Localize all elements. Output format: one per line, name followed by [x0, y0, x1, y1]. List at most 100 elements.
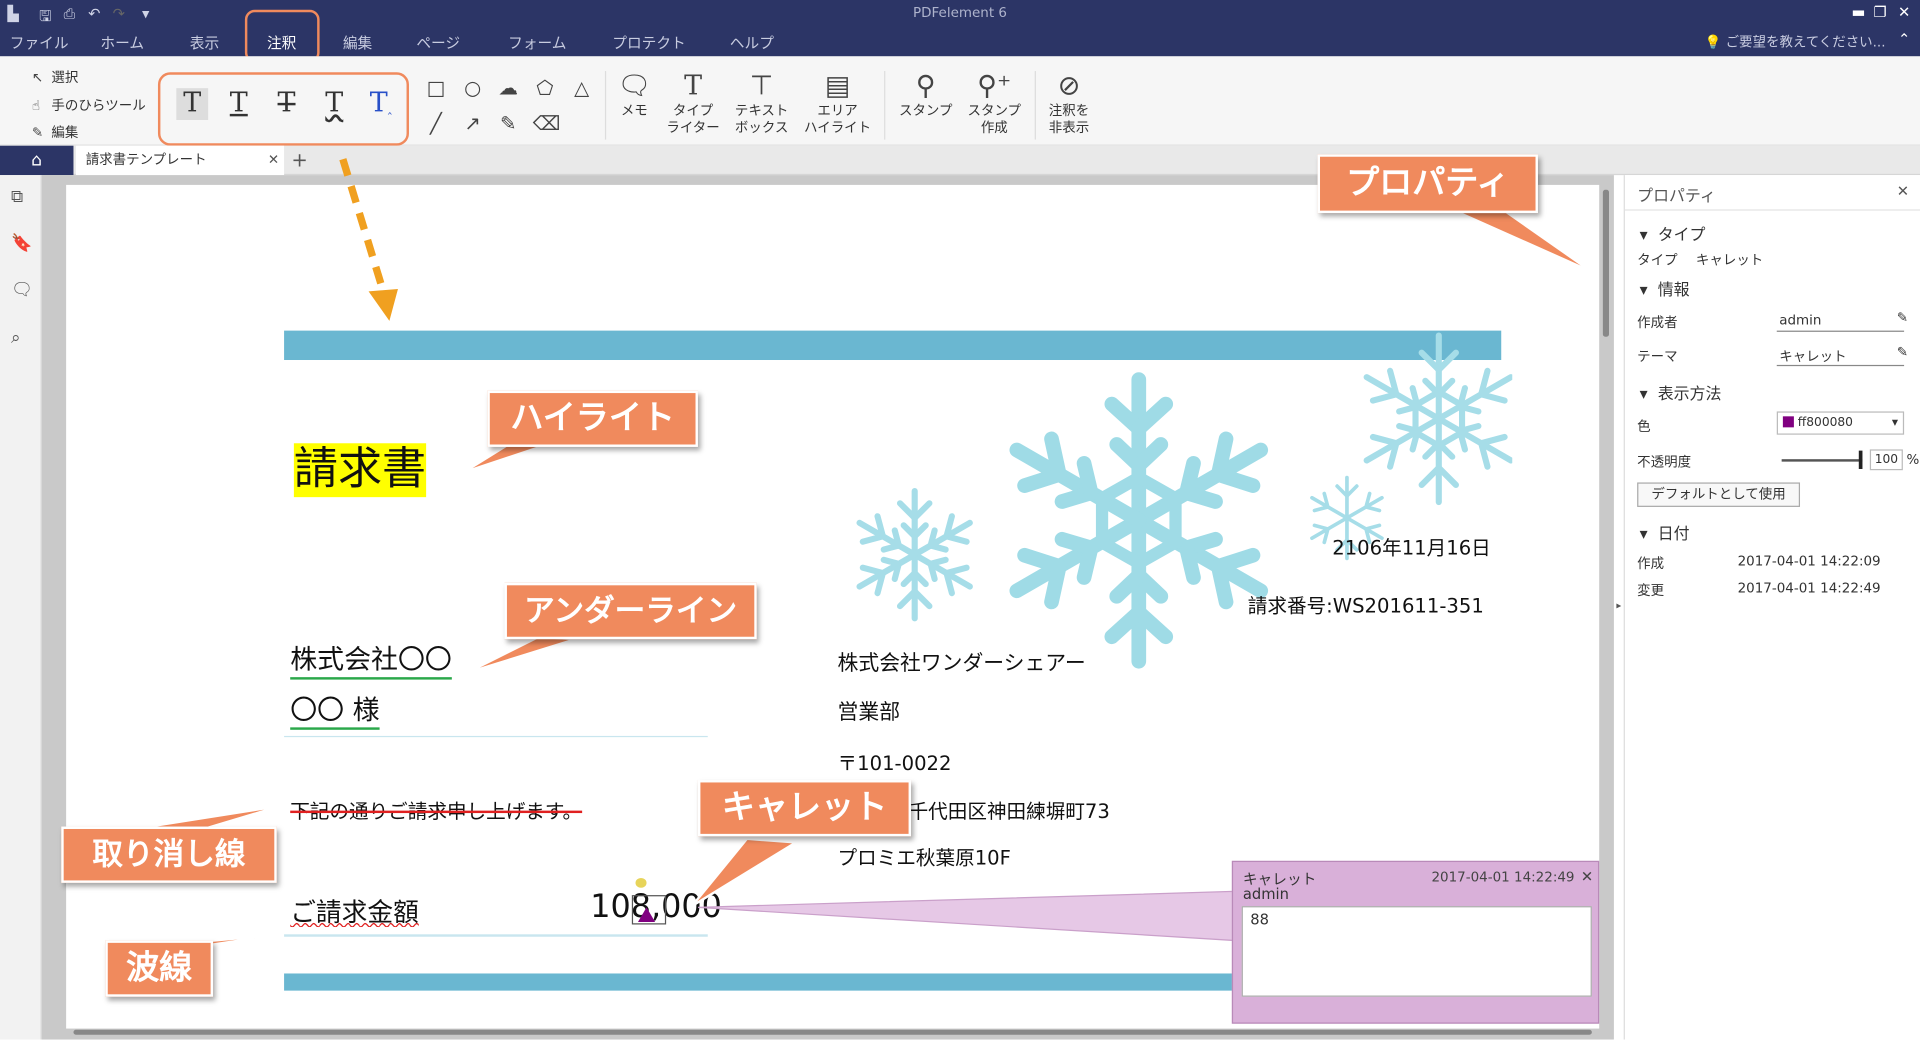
polygon-icon[interactable]: ⬠ — [533, 76, 557, 100]
info-section[interactable]: ▾ 情報 — [1640, 277, 1690, 300]
type-section-label: タイプ — [1657, 226, 1706, 245]
use-as-default-button[interactable]: デフォルトとして使用 — [1637, 482, 1801, 507]
circle-icon[interactable]: ○ — [460, 76, 484, 100]
area-highlight-button[interactable]: ▤ エリア ハイライト — [801, 71, 874, 137]
eraser-icon[interactable]: ⌫ — [533, 111, 561, 135]
document-tab-label: 請求書テンプレート — [85, 151, 207, 168]
menu-view[interactable]: 表示 — [190, 32, 219, 53]
create-stamp-button[interactable]: ⚲⁺ スタンプ 作成 — [962, 71, 1026, 137]
area-highlight-label: エリア ハイライト — [804, 102, 872, 136]
divider — [1624, 209, 1920, 211]
menu-help[interactable]: ヘルプ — [730, 32, 774, 53]
strikethrough-sentence[interactable]: 下記の通りご請求申し上げます。 — [290, 795, 582, 824]
comment-note-icon[interactable] — [635, 877, 647, 888]
properties-panel: プロパティ ✕ ▾ タイプ タイプ キャレット ▾ 情報 作成者 admin ✎… — [1623, 175, 1920, 1040]
typewriter-button[interactable]: T タイプ ライター — [661, 71, 725, 137]
stamp-icon: ⚲ — [915, 71, 936, 102]
home-icon: ⌂ — [31, 150, 43, 171]
amount-label[interactable]: ご請求金額 — [290, 893, 419, 930]
minimize-icon[interactable]: ▬ — [1851, 4, 1865, 21]
popup-close-icon[interactable]: ✕ — [1581, 868, 1593, 885]
theme-label: テーマ — [1637, 348, 1678, 365]
stamp-button[interactable]: ⚲ スタンプ — [894, 71, 958, 120]
textbox-label: テキスト ボックス — [734, 102, 789, 136]
opacity-label: 不透明度 — [1637, 454, 1692, 471]
collapse-ribbon-icon[interactable]: ⌃ — [1898, 31, 1910, 48]
sender-company: 株式会社ワンダーシェアー — [837, 651, 1086, 676]
close-window-icon[interactable]: ✕ — [1898, 4, 1910, 21]
recipient-person[interactable]: 〇〇 様 — [290, 688, 380, 730]
color-select[interactable]: ff800080 ▾ — [1776, 411, 1905, 435]
edit-icon: ✎ — [31, 124, 44, 141]
callout-strikethrough: 取り消し線 — [61, 826, 277, 883]
ribbon-separator — [604, 71, 607, 140]
cloud-icon[interactable]: ☁ — [496, 76, 520, 100]
eye-slash-icon: ⊘ — [1057, 71, 1081, 102]
theme-edit-icon[interactable]: ✎ — [1897, 344, 1908, 360]
memo-icon: 🗨 — [617, 71, 652, 102]
pencil-icon[interactable]: ✎ — [496, 111, 520, 135]
close-panel-icon[interactable]: ✕ — [1897, 182, 1909, 199]
close-tab-icon[interactable]: ✕ — [268, 146, 279, 175]
opacity-slider-track[interactable] — [1781, 459, 1863, 462]
ribbon-separator — [1034, 71, 1036, 140]
stamp-label: スタンプ — [898, 102, 953, 119]
callout-squiggly: 波線 — [105, 940, 214, 997]
sender-zip: 〒101-0022 — [837, 751, 952, 776]
invoice-number: 請求番号:WS201611-351 — [1247, 593, 1484, 618]
rectangle-icon[interactable]: □ — [424, 76, 448, 100]
hand-icon: ☝ — [31, 97, 41, 114]
type-value: キャレット — [1695, 252, 1764, 269]
polyline-icon[interactable]: △ — [569, 76, 593, 100]
hand-tool[interactable]: ☝ 手のひらツール — [32, 96, 146, 116]
type-section[interactable]: ▾ タイプ — [1640, 222, 1706, 245]
feedback-hint[interactable]: 💡 ご要望を教えてください... — [1705, 32, 1886, 52]
recipient-company[interactable]: 株式会社〇〇 — [290, 638, 452, 680]
thumbnails-icon[interactable]: ⧉ — [11, 187, 23, 207]
add-tab-icon[interactable]: + — [291, 146, 307, 175]
textbox-button[interactable]: ⊤ テキスト ボックス — [730, 71, 794, 137]
author-underline — [1776, 330, 1905, 332]
modified-label: 変更 — [1637, 582, 1665, 599]
info-section-label: 情報 — [1657, 281, 1690, 301]
pdfelement-window: ▙ 🖫 ⎙ ↶ ↷ ▾ PDFelement 6 ▬ ❐ ✕ ファイル ホーム … — [0, 0, 1920, 1040]
caret-marker-icon[interactable] — [637, 907, 656, 923]
popup-connector — [697, 890, 1234, 942]
vertical-scrollbar[interactable] — [1602, 189, 1609, 337]
menu-edit[interactable]: 編集 — [343, 32, 372, 53]
bookmark-icon[interactable]: 🔖 — [11, 234, 32, 254]
select-label: 選択 — [51, 69, 79, 86]
arrow-icon[interactable]: ↗ — [460, 111, 484, 135]
home-tab[interactable]: ⌂ — [0, 145, 74, 176]
line-icon[interactable]: ╱ — [424, 111, 448, 135]
search-icon[interactable]: ⌕ — [11, 328, 21, 348]
invoice-title[interactable]: 請求書 — [293, 443, 427, 498]
opacity-input[interactable]: 100 — [1869, 449, 1903, 471]
hide-comments-button[interactable]: ⊘ 注釈を 非表示 — [1041, 71, 1097, 137]
menu-home[interactable]: ホーム — [100, 32, 144, 53]
menu-form[interactable]: フォーム — [508, 32, 566, 53]
typewriter-label: タイプ ライター — [666, 102, 720, 136]
author-edit-icon[interactable]: ✎ — [1897, 310, 1908, 326]
edit-tool[interactable]: ✎ 編集 — [32, 122, 79, 142]
select-tool[interactable]: ↖ 選択 — [32, 67, 79, 87]
caret-comment-popup[interactable]: キャレット admin 2017-04-01 14:22:49 ✕ 88 — [1231, 860, 1600, 1024]
horizontal-scrollbar[interactable] — [73, 1029, 1592, 1035]
date-section[interactable]: ▾ 日付 — [1640, 520, 1690, 543]
comment-list-icon[interactable]: 🗨 — [11, 280, 33, 300]
theme-field[interactable]: キャレット — [1779, 347, 1846, 367]
author-field[interactable]: admin — [1779, 312, 1821, 328]
display-section[interactable]: ▾ 表示方法 — [1640, 381, 1722, 404]
expand-right-panel-icon[interactable]: ▸ — [1616, 600, 1621, 611]
popup-content-field[interactable]: 88 — [1241, 906, 1592, 997]
menu-page[interactable]: ページ — [416, 32, 460, 53]
maximize-icon[interactable]: ❐ — [1873, 4, 1886, 21]
create-stamp-icon: ⚲⁺ — [977, 71, 1012, 102]
document-tab[interactable]: 請求書テンプレート ✕ — [75, 145, 285, 176]
menu-protect[interactable]: プロテクト — [612, 32, 685, 53]
sender-department: 営業部 — [837, 700, 901, 725]
caret-down-icon: ▾ — [1639, 385, 1648, 405]
opacity-slider-handle[interactable] — [1858, 450, 1863, 469]
memo-button[interactable]: 🗨 メモ — [612, 71, 656, 120]
menu-file[interactable]: ファイル — [10, 32, 69, 53]
